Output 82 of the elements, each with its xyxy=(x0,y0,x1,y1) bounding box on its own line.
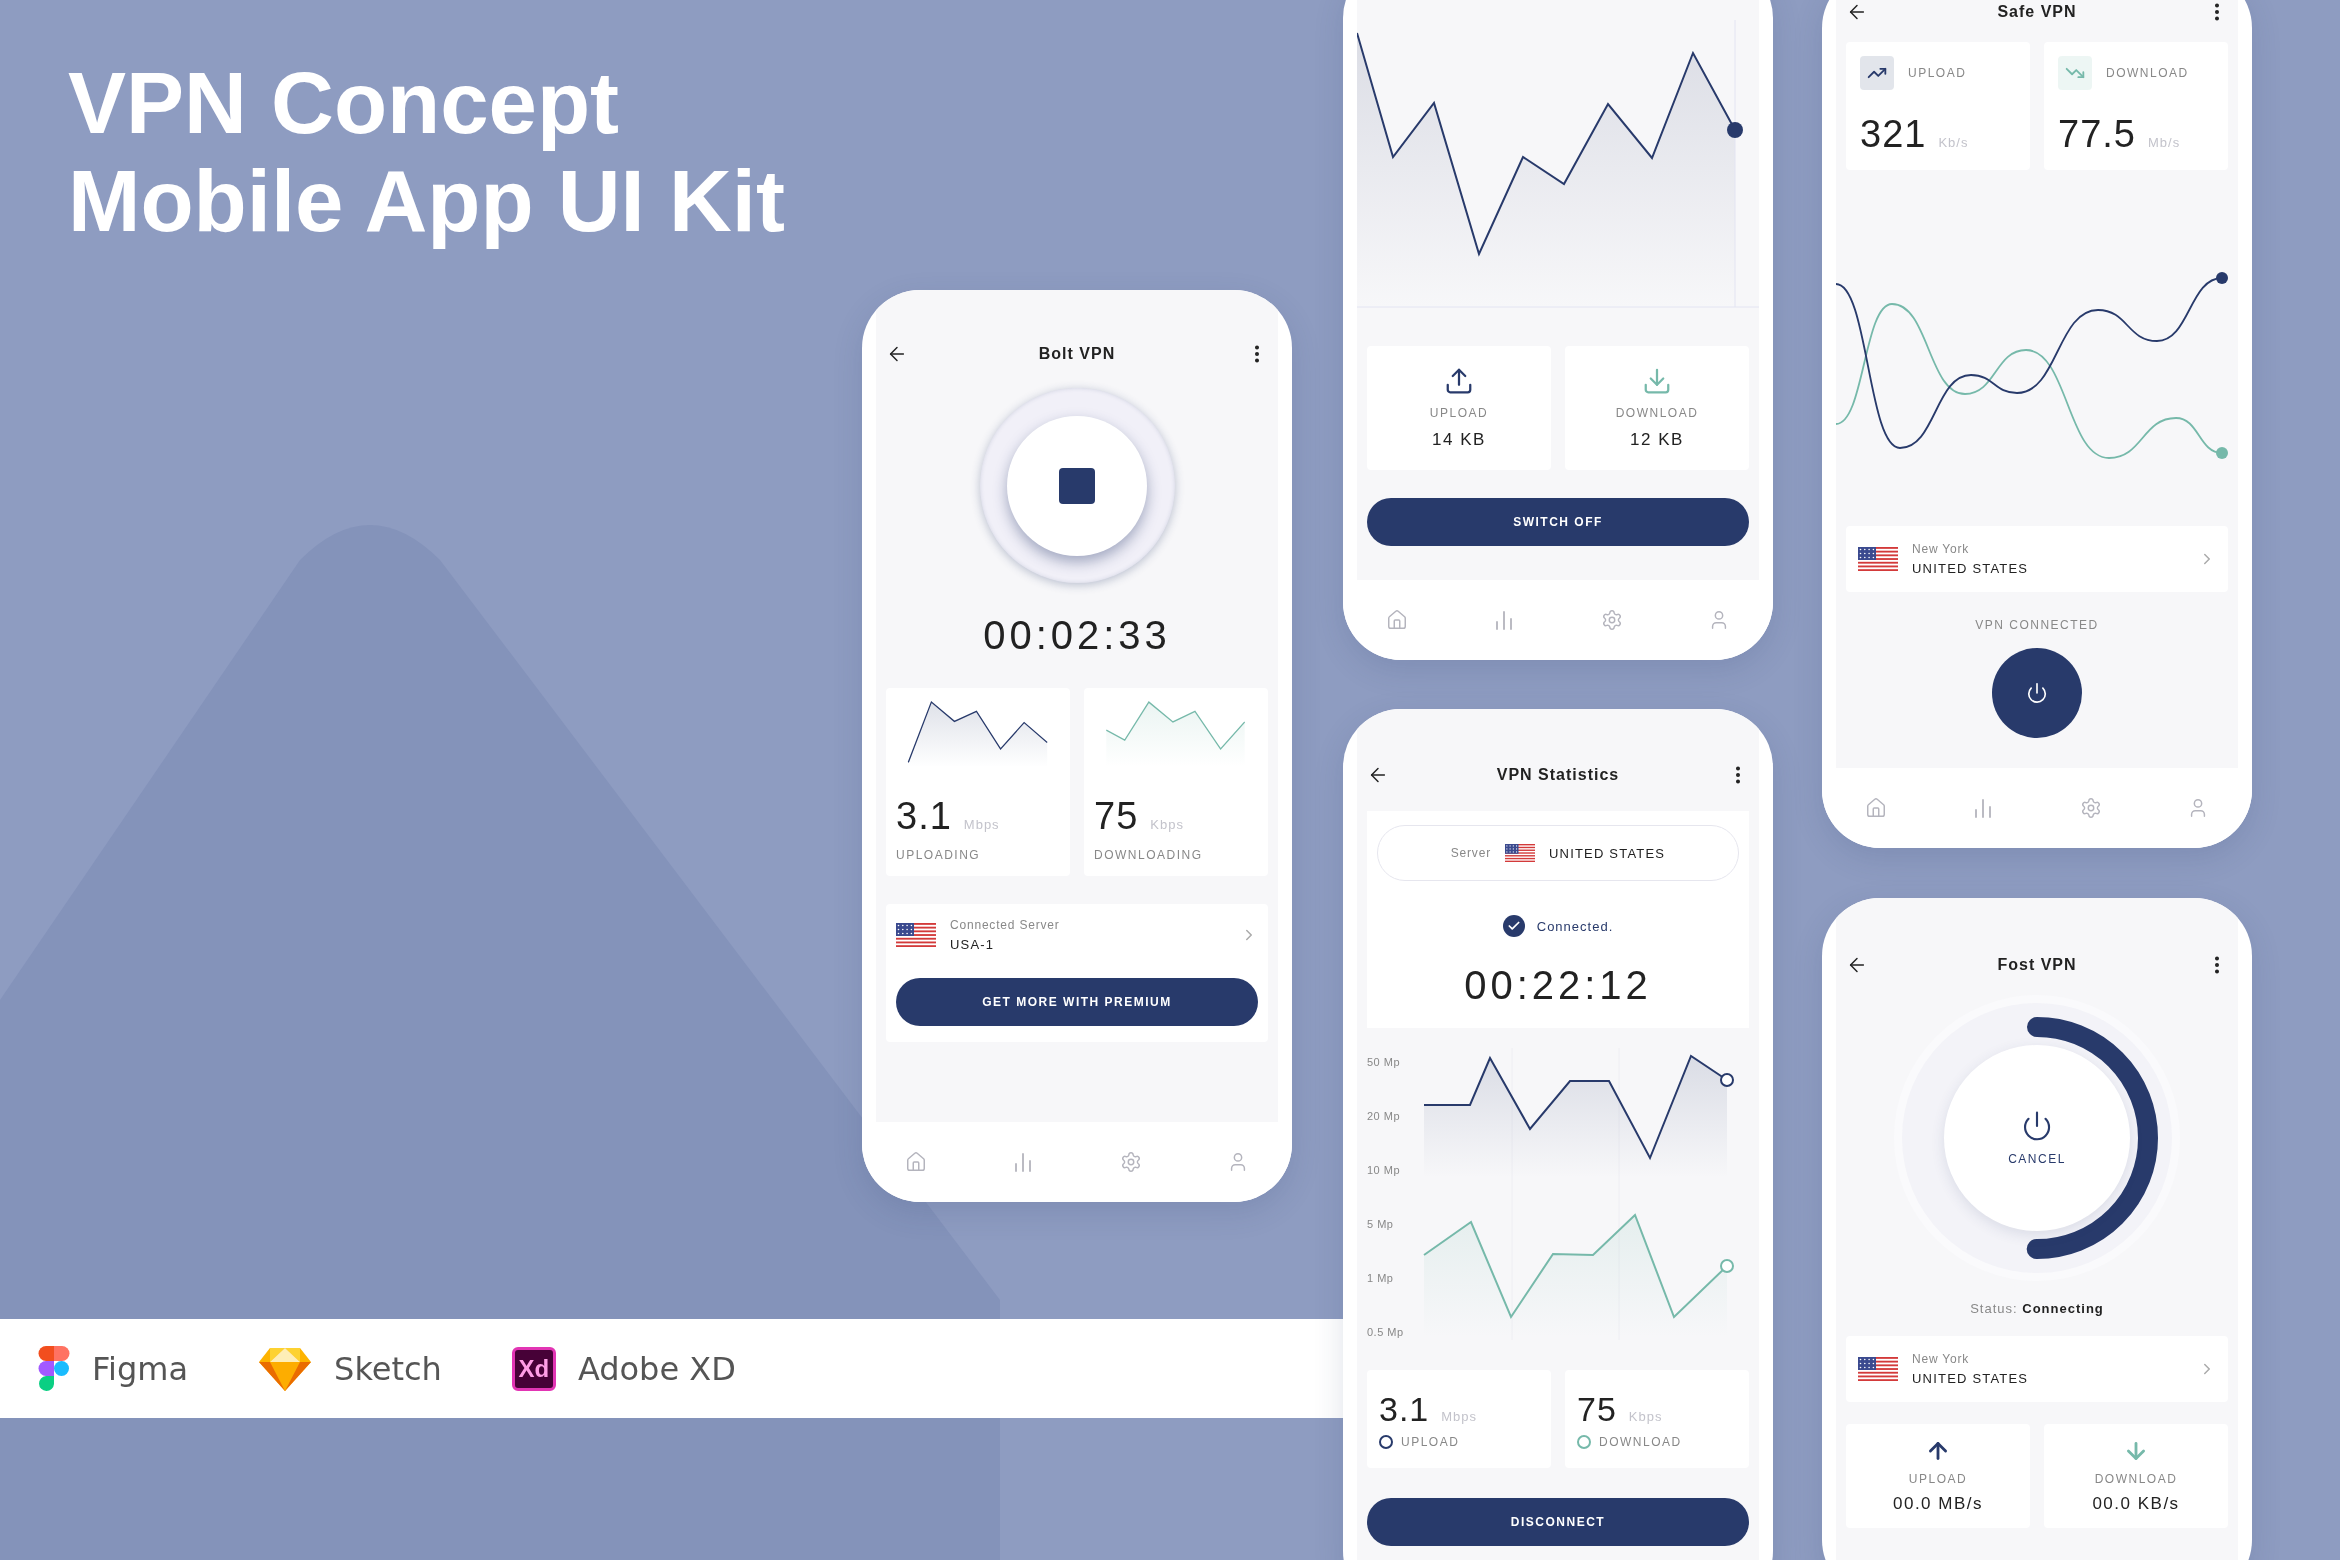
flag-icon xyxy=(1858,1357,1898,1381)
home-icon[interactable] xyxy=(1385,609,1408,631)
end-marker xyxy=(1720,1073,1734,1087)
stat-unit: Kbps xyxy=(1150,817,1184,832)
end-dot xyxy=(2216,272,2228,284)
flag-icon xyxy=(1504,844,1535,862)
screen-title: Safe VPN xyxy=(1997,3,2077,21)
cancel-button[interactable]: CANCEL xyxy=(1944,1045,2130,1231)
power-icon xyxy=(2026,682,2048,704)
stat-label: UPLOAD xyxy=(1908,66,1967,80)
country-name: UNITED STATES xyxy=(1912,1371,2030,1386)
power-icon xyxy=(2021,1110,2053,1142)
settings-icon[interactable] xyxy=(1600,609,1623,631)
stat-label: DOWNLOAD xyxy=(1615,406,1699,420)
tool-name: Sketch xyxy=(334,1349,442,1388)
tool-name: Figma xyxy=(92,1349,189,1388)
stat-value: 3.1 xyxy=(1379,1389,1430,1429)
stat-value: 77.5 xyxy=(2058,113,2136,156)
stat-unit: Mbps xyxy=(963,817,1000,832)
xd-logo: Xd xyxy=(511,1346,556,1391)
stat-unit: Kb/s xyxy=(1938,135,1969,150)
location-card[interactable]: New York UNITED STATES xyxy=(1846,1336,2228,1402)
stat-label: DOWNLOAD xyxy=(2106,66,2189,80)
timer-text: 00:22:12 xyxy=(1464,963,1652,1008)
axis-label: 1 Mp xyxy=(1367,1272,1394,1284)
check-icon xyxy=(1502,915,1525,937)
home-icon[interactable] xyxy=(1864,797,1887,819)
stat-unit: Kbps xyxy=(1628,1408,1663,1424)
status-text: Connected. xyxy=(1536,918,1614,934)
stat-value: 14 KB xyxy=(1432,430,1486,450)
stat-label: UPLOAD xyxy=(1429,406,1489,420)
city-name: New York xyxy=(1912,1352,1971,1366)
headline: Mobile App UI Kit xyxy=(68,152,785,250)
server-caption: Connected Server xyxy=(950,918,1061,932)
stat-label: UPLOAD xyxy=(1401,1434,1460,1449)
server-name: USA-1 xyxy=(950,937,996,952)
settings-icon[interactable] xyxy=(2079,797,2102,819)
server-label: Server xyxy=(1450,846,1491,860)
tool-name: Adobe XD xyxy=(577,1349,736,1388)
country-name: UNITED STATES xyxy=(1548,845,1666,861)
stat-label: DOWNLOAD xyxy=(2094,1472,2178,1486)
stat-value: 321 xyxy=(1860,113,1927,156)
end-dot xyxy=(2216,447,2228,459)
premium-button[interactable]: GET MORE WITH PREMIUM xyxy=(896,978,1258,1026)
stat-value: 3.1 xyxy=(896,795,952,838)
screen-title: VPN Statistics xyxy=(1496,766,1620,784)
stat-label: DOWNLOAD xyxy=(1599,1434,1682,1449)
stat-label: DOWNLOADING xyxy=(1094,848,1204,862)
sketch-logo xyxy=(258,1345,313,1392)
stat-value: 75 xyxy=(1094,795,1139,838)
end-marker xyxy=(1720,1259,1734,1273)
switch-off-button[interactable]: SWITCH OFF xyxy=(1367,498,1749,546)
stat-value: 75 xyxy=(1577,1389,1617,1429)
location-card[interactable]: New York UNITED STATES xyxy=(1846,526,2228,592)
timer-text: 00:02:33 xyxy=(982,613,1172,658)
screen-title: Fost VPN xyxy=(1997,956,2077,974)
stat-unit: Mb/s xyxy=(2147,135,2181,150)
stop-icon xyxy=(1059,467,1095,504)
stat-label: UPLOADING xyxy=(896,848,982,862)
headline: VPN Concept xyxy=(68,54,621,152)
screen-title: Bolt VPN xyxy=(1038,345,1116,363)
settings-icon[interactable] xyxy=(1119,1151,1142,1173)
axis-label: 0.5 Mp xyxy=(1367,1326,1404,1338)
figma-logo xyxy=(38,1345,70,1392)
city-name: New York xyxy=(1912,542,1971,556)
stat-value: 00.0 KB/s xyxy=(2092,1494,2180,1514)
flag-icon xyxy=(1858,547,1898,571)
country-name: UNITED STATES xyxy=(1912,561,2030,576)
axis-label: 20 Mp xyxy=(1367,1110,1401,1122)
disconnect-button[interactable]: DISCONNECT xyxy=(1367,1498,1749,1546)
stop-button[interactable] xyxy=(1007,415,1147,556)
flag-icon xyxy=(896,923,936,947)
status-text: VPN CONNECTED xyxy=(1974,618,2100,632)
stat-unit: Mbps xyxy=(1441,1408,1478,1424)
axis-label: 10 Mp xyxy=(1367,1164,1401,1176)
stat-value: 00.0 MB/s xyxy=(1892,1494,1983,1514)
axis-label: 5 Mp xyxy=(1367,1218,1394,1230)
home-icon[interactable] xyxy=(904,1151,927,1173)
status-text: Status: Connecting xyxy=(1969,1301,2105,1316)
stat-label: UPLOAD xyxy=(1908,1472,1968,1486)
axis-label: 50 Mp xyxy=(1367,1056,1401,1068)
stat-value: 12 KB xyxy=(1630,430,1684,450)
